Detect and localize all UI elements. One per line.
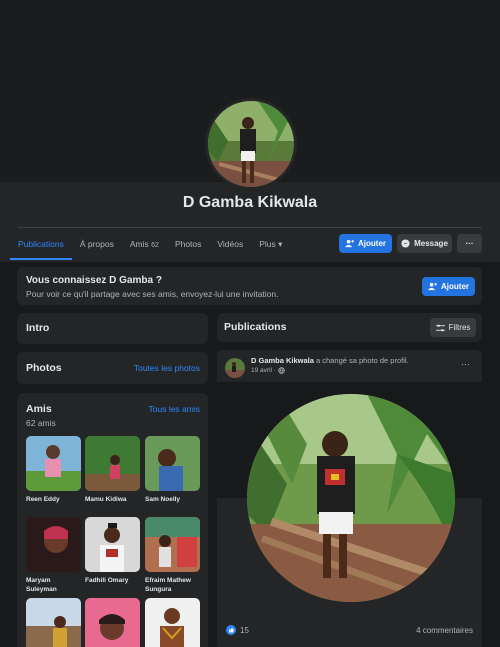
tab-amis-label: Amis <box>129 239 149 249</box>
friend-photo <box>85 436 140 491</box>
suggestion-add-label: Ajouter <box>441 282 469 291</box>
filters-button[interactable]: Filtres <box>430 318 476 337</box>
profile-avatar[interactable] <box>205 98 297 190</box>
friend-name: Fadhili Omary <box>85 577 129 584</box>
friends-title: Amis <box>26 403 52 415</box>
friends-count: 62 amis <box>26 418 56 428</box>
intro-title: Intro <box>26 322 50 334</box>
comments-count[interactable]: 4 commentaires <box>416 626 473 635</box>
tab-photos-label: Photos <box>174 239 202 249</box>
friend-name: Reen Eddy <box>26 496 60 503</box>
tab-publications-label: Publications <box>18 239 64 249</box>
tab-photos[interactable]: Photos <box>175 230 201 260</box>
post-action-text: a changé sa photo de profil. <box>316 356 409 365</box>
suggestion-card: Vous connaissez D Gamba ? Pour voir ce q… <box>17 267 482 305</box>
friend-item[interactable] <box>145 598 200 647</box>
friend-item[interactable]: Efraim Mathew Sungura <box>145 517 200 594</box>
tab-a-propos-label: À propos <box>79 239 114 249</box>
friend-item[interactable]: Maryam Suleyman <box>26 517 81 594</box>
friend-item[interactable]: Sam Noelly <box>145 436 200 504</box>
all-photos-link[interactable]: Toutes les photos <box>134 363 200 373</box>
friend-photo <box>145 517 200 572</box>
tab-a-propos[interactable]: À propos <box>80 230 114 260</box>
add-friend-icon <box>345 239 354 248</box>
likes-count: 15 <box>240 625 249 635</box>
like-icon <box>226 625 236 635</box>
post-author-avatar[interactable] <box>225 358 245 378</box>
add-friend-icon <box>428 282 437 291</box>
suggestion-text: Pour voir ce qu'il partage avec ses amis… <box>26 289 279 299</box>
post-meta: 19 avril · <box>251 367 285 374</box>
message-button[interactable]: Message <box>397 234 452 253</box>
more-options-icon: ··· <box>465 239 474 248</box>
friends-card: Amis Tous les amis 62 amis Reen Eddy Mam… <box>17 393 208 647</box>
tab-plus[interactable]: Plus ▾ <box>259 230 282 260</box>
caret-down-icon: ▾ <box>278 239 283 249</box>
friend-photo <box>145 598 200 647</box>
tab-publications[interactable]: Publications <box>10 230 72 260</box>
post-image-area[interactable] <box>217 382 482 617</box>
suggestion-add-button[interactable]: Ajouter <box>422 277 475 296</box>
friend-item[interactable]: Reen Eddy <box>26 436 81 504</box>
friend-photo <box>85 598 140 647</box>
tab-amis[interactable]: Amis 62 <box>130 230 159 260</box>
tab-videos-label: Vidéos <box>217 239 244 249</box>
friend-photo <box>85 517 140 572</box>
photos-title: Photos <box>26 362 62 374</box>
friend-photo <box>26 598 81 647</box>
friend-name: Maryam Suleyman <box>26 577 57 593</box>
post-header: D Gamba Kikwala a changé sa photo de pro… <box>251 356 409 365</box>
add-friend-button[interactable]: Ajouter <box>339 234 392 253</box>
filters-icon <box>435 324 445 332</box>
messenger-icon <box>401 239 410 248</box>
photos-card: Photos Toutes les photos <box>17 352 208 384</box>
profile-tabs: Publications À propos Amis 62 Photos Vid… <box>10 230 298 260</box>
message-label: Message <box>414 239 448 248</box>
intro-card: Intro <box>17 313 208 344</box>
post-more-button[interactable]: ··· <box>461 359 470 369</box>
all-friends-link[interactable]: Tous les amis <box>149 404 201 414</box>
publications-header-card: Publications Filtres <box>217 313 482 342</box>
friend-item[interactable]: Mamu Kidiwa <box>85 436 140 504</box>
friend-name: Mamu Kidiwa <box>85 496 127 503</box>
friend-photo <box>26 517 81 572</box>
suggestion-title: Vous connaissez D Gamba ? <box>26 275 162 286</box>
friend-item[interactable] <box>85 598 140 647</box>
add-friend-label: Ajouter <box>358 239 386 248</box>
friend-name: Sam Noelly <box>145 496 181 503</box>
friend-item[interactable] <box>26 598 81 647</box>
publications-title: Publications <box>224 321 287 333</box>
friend-photo <box>145 436 200 491</box>
post-card: D Gamba Kikwala a changé sa photo de pro… <box>217 350 482 647</box>
friend-name: Efraim Mathew Sungura <box>145 577 191 593</box>
post-author-name[interactable]: D Gamba Kikwala <box>251 356 314 365</box>
header-divider <box>18 227 482 228</box>
profile-name: D Gamba Kikwala <box>182 194 318 211</box>
post-profile-photo <box>247 394 455 602</box>
filters-label: Filtres <box>448 323 471 332</box>
more-options-button[interactable]: ··· <box>457 234 482 253</box>
tab-plus-label: Plus <box>259 239 276 249</box>
tab-videos[interactable]: Vidéos <box>217 230 243 260</box>
tab-amis-count: 62 <box>151 242 159 249</box>
post-reactions[interactable]: 15 <box>226 625 249 635</box>
post-date[interactable]: 19 avril · <box>251 367 276 374</box>
friend-photo <box>26 436 81 491</box>
friend-item[interactable]: Fadhili Omary <box>85 517 140 585</box>
globe-icon <box>278 367 285 374</box>
